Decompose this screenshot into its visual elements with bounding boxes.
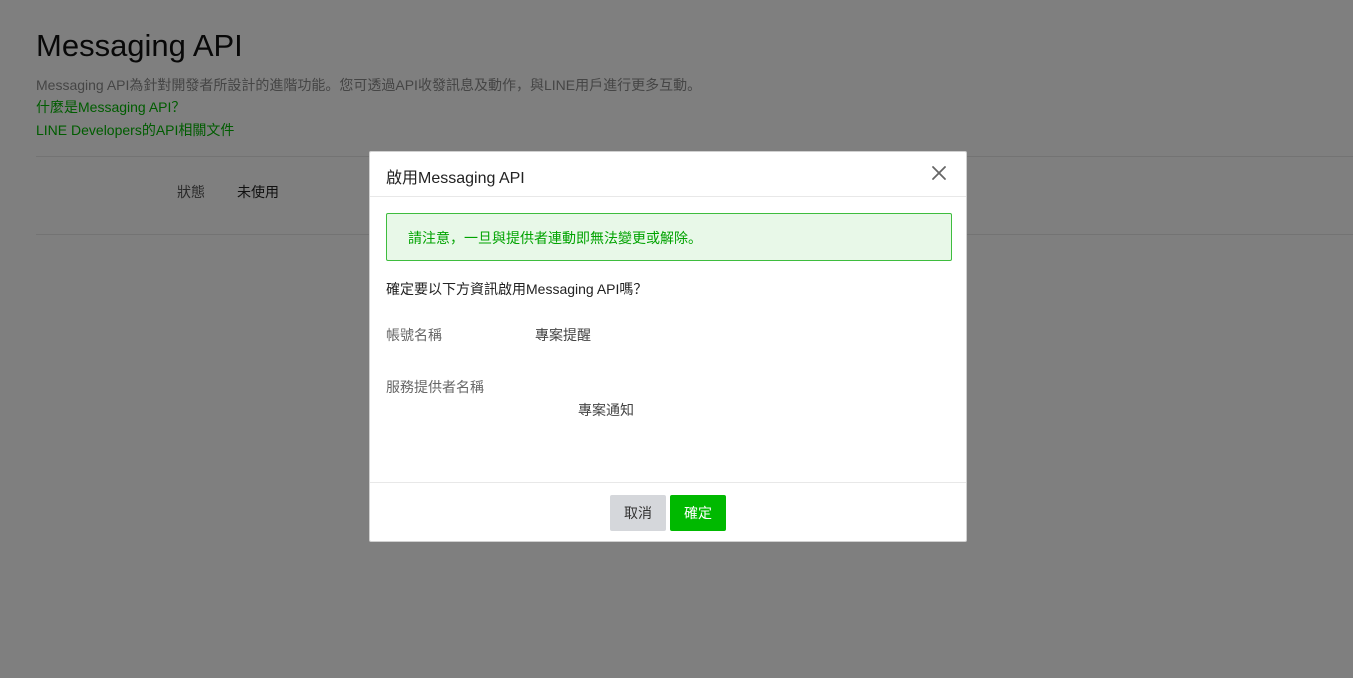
provider-name-value: 專案通知 <box>578 402 634 418</box>
dialog-header: 啟用Messaging API <box>370 152 966 197</box>
close-icon[interactable] <box>928 162 950 184</box>
account-name-value: 專案提醒 <box>535 327 591 343</box>
enable-messaging-api-dialog: 啟用Messaging API 請注意，一旦與提供者連動即無法變更或解除。 確定… <box>369 151 967 542</box>
account-name-label: 帳號名稱 <box>386 327 442 343</box>
confirmation-question: 確定要以下方資訊啟用Messaging API嗎？ <box>386 281 648 297</box>
alert-text: 請注意，一旦與提供者連動即無法變更或解除。 <box>408 230 702 246</box>
dialog-footer: 取消 確定 <box>370 482 966 542</box>
confirm-button[interactable]: 確定 <box>670 495 726 531</box>
dialog-title: 啟用Messaging API <box>386 170 525 187</box>
provider-name-label: 服務提供者名稱 <box>386 379 484 395</box>
cancel-button[interactable]: 取消 <box>610 495 666 531</box>
warning-alert: 請注意，一旦與提供者連動即無法變更或解除。 <box>386 213 952 261</box>
